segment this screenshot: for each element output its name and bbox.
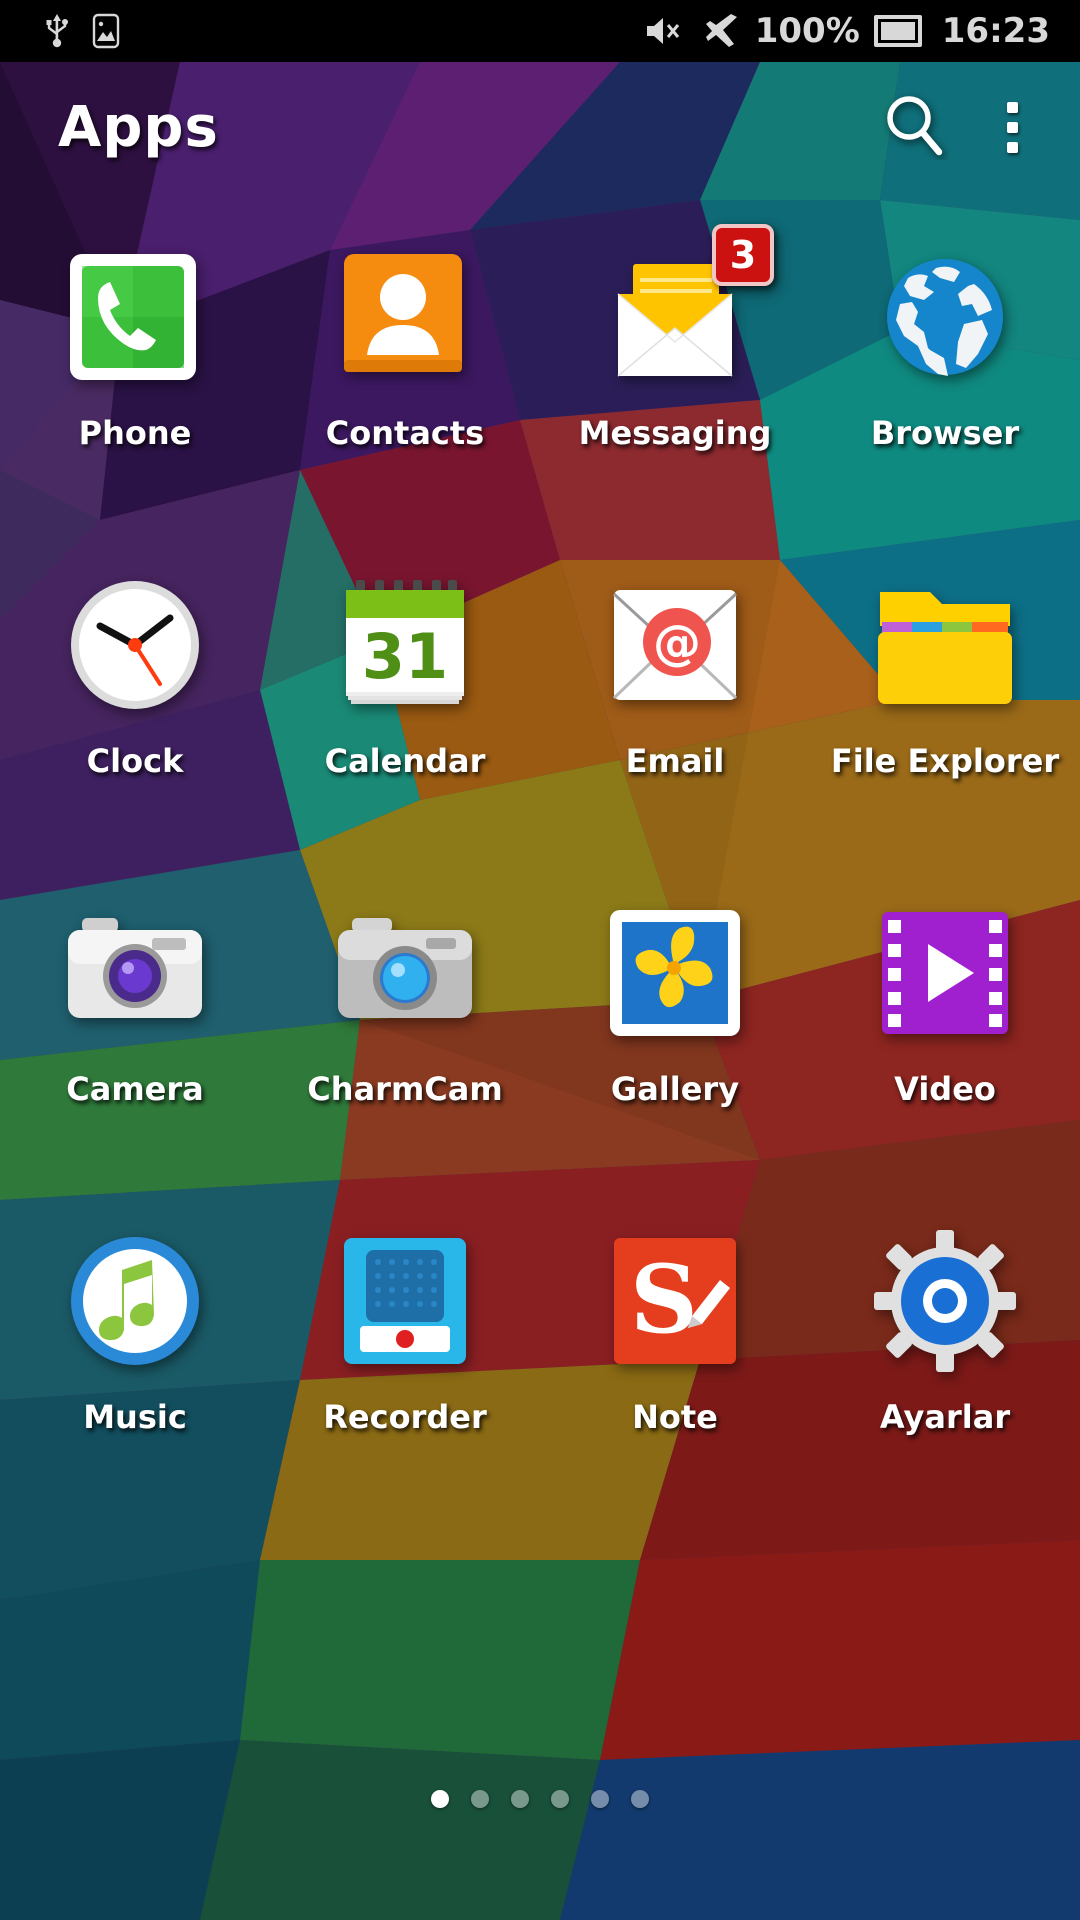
app-label: Email <box>625 742 725 780</box>
app-label: Note <box>632 1398 718 1436</box>
app-label: Ayarlar <box>879 1398 1011 1436</box>
status-clock: 16:23 <box>941 11 1050 51</box>
status-badge: 3 <box>712 224 774 286</box>
page-dot[interactable] <box>511 1790 529 1808</box>
battery-percent-label: 100% <box>754 11 860 51</box>
app-label: Contacts <box>325 414 485 452</box>
search-icon[interactable] <box>879 90 949 164</box>
app-label: Gallery <box>610 1070 740 1108</box>
app-item-contacts[interactable]: Contacts <box>270 208 540 536</box>
usb-icon <box>44 12 70 50</box>
app-item-clock[interactable]: Clock <box>0 536 270 864</box>
battery-full-icon <box>873 15 922 47</box>
app-label: File Explorer <box>830 742 1060 780</box>
app-label: Camera <box>66 1070 204 1108</box>
app-item-recorder[interactable]: Recorder <box>270 1192 540 1520</box>
page-dot[interactable] <box>551 1790 569 1808</box>
note-letter-text: S <box>630 1245 698 1355</box>
settings-icon <box>870 1226 1020 1376</box>
app-label: Clock <box>86 742 184 780</box>
charmcam-icon <box>330 898 480 1048</box>
page-dot[interactable] <box>631 1790 649 1808</box>
airplane-mode-icon <box>701 13 741 49</box>
clock-icon <box>60 570 210 720</box>
app-label: Recorder <box>323 1398 487 1436</box>
app-item-charmcam[interactable]: CharmCam <box>270 864 540 1192</box>
file-explorer-icon <box>870 570 1020 720</box>
app-label: Browser <box>870 414 1020 452</box>
app-label: Music <box>83 1398 187 1436</box>
app-grid: Phone Contacts 3 Messaging Browser Clock… <box>0 208 1080 1518</box>
app-item-camera[interactable]: Camera <box>0 864 270 1192</box>
app-item-video[interactable]: Video <box>810 864 1080 1192</box>
page-title: Apps <box>58 94 219 160</box>
messaging-icon: 3 <box>600 224 774 392</box>
app-item-calendar[interactable]: 31 Calendar <box>270 536 540 864</box>
camera-icon <box>60 898 210 1048</box>
volume-mute-icon <box>643 13 687 49</box>
music-icon <box>60 1226 210 1376</box>
app-item-browser[interactable]: Browser <box>810 208 1080 536</box>
app-label: Phone <box>78 414 192 452</box>
page-dot[interactable] <box>431 1790 449 1808</box>
page-indicator[interactable] <box>0 1790 1080 1808</box>
app-item-note[interactable]: S Note <box>540 1192 810 1520</box>
calendar-day-text: 31 <box>362 620 448 693</box>
svg-text:@: @ <box>653 615 701 671</box>
app-item-file-explorer[interactable]: File Explorer <box>810 536 1080 864</box>
app-item-email[interactable]: @ Email <box>540 536 810 864</box>
gallery-icon <box>600 898 750 1048</box>
note-icon: S <box>600 1226 750 1376</box>
app-item-settings[interactable]: Ayarlar <box>810 1192 1080 1520</box>
page-dot[interactable] <box>591 1790 609 1808</box>
contacts-icon <box>330 242 480 392</box>
calendar-icon: 31 <box>330 570 480 720</box>
app-item-music[interactable]: Music <box>0 1192 270 1520</box>
email-icon: @ <box>600 570 750 720</box>
app-label: CharmCam <box>307 1070 503 1108</box>
phone-icon <box>60 242 210 392</box>
recorder-icon <box>330 1226 480 1376</box>
app-item-messaging[interactable]: 3 Messaging <box>540 208 810 536</box>
app-label: Messaging <box>578 414 772 452</box>
app-label: Video <box>894 1070 996 1108</box>
status-bar: 100% 16:23 <box>0 0 1080 62</box>
page-dot[interactable] <box>471 1790 489 1808</box>
video-icon <box>870 898 1020 1048</box>
overflow-menu-icon[interactable] <box>995 94 1030 161</box>
browser-icon <box>870 242 1020 392</box>
screenshot-icon <box>92 13 120 49</box>
apps-header: Apps <box>0 62 1080 192</box>
app-item-phone[interactable]: Phone <box>0 208 270 536</box>
app-label: Calendar <box>324 742 486 780</box>
app-item-gallery[interactable]: Gallery <box>540 864 810 1192</box>
